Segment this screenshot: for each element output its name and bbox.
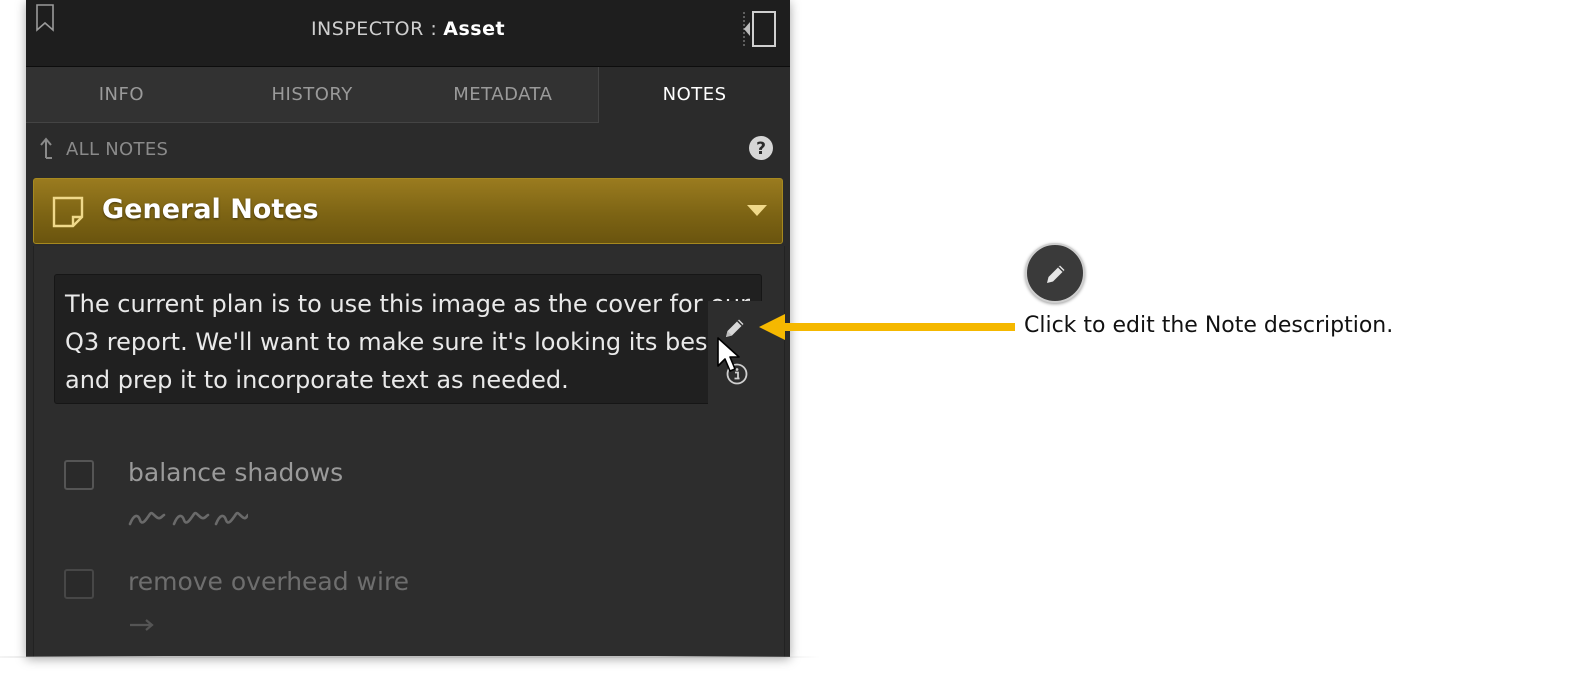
- tab-info[interactable]: INFO: [26, 67, 217, 123]
- task-label: balance shadows: [128, 458, 344, 487]
- all-notes-link[interactable]: ALL NOTES: [66, 139, 168, 160]
- inspector-title-value: Asset: [443, 18, 506, 40]
- callout-pencil-badge: [1025, 243, 1085, 303]
- inspector-header: INSPECTOR : Asset: [26, 0, 790, 67]
- task-item: balance shadows: [64, 458, 754, 558]
- tab-metadata[interactable]: METADATA: [407, 67, 599, 123]
- note-group-header[interactable]: General Notes: [33, 178, 783, 244]
- callout-arrow: [759, 314, 1015, 340]
- note-description-text: The current plan is to use this image as…: [65, 290, 750, 394]
- breadcrumb: ALL NOTES ?: [26, 124, 790, 176]
- task-checkbox[interactable]: [64, 460, 94, 490]
- collapse-panel-icon[interactable]: [738, 10, 778, 48]
- note-group-body: The current plan is to use this image as…: [33, 246, 785, 657]
- arrow-right-icon: [130, 619, 154, 631]
- callout-text: Click to edit the Note description.: [1024, 313, 1394, 338]
- pencil-icon: [1047, 265, 1065, 283]
- note-description[interactable]: The current plan is to use this image as…: [54, 274, 762, 404]
- scribble-icon: [128, 511, 248, 526]
- task-item: remove overhead wire: [64, 567, 754, 657]
- svg-text:?: ?: [756, 139, 766, 159]
- tab-history[interactable]: HISTORY: [216, 67, 408, 123]
- note-group-title: General Notes: [102, 194, 319, 225]
- task-label: remove overhead wire: [128, 567, 410, 596]
- tab-notes[interactable]: NOTES: [598, 67, 790, 123]
- panel-bottom-edge: [0, 656, 820, 658]
- up-arrow-icon[interactable]: [38, 136, 54, 160]
- mouse-cursor-icon: [717, 337, 740, 372]
- help-icon[interactable]: ?: [748, 135, 774, 161]
- inspector-title: INSPECTOR : Asset: [26, 18, 790, 40]
- inspector-panel: INSPECTOR : Asset INFO HISTORY METADATA N…: [26, 0, 790, 657]
- sticky-note-icon: [52, 196, 84, 228]
- inspector-tabs: INFO HISTORY METADATA NOTES: [26, 67, 790, 123]
- task-checkbox[interactable]: [64, 569, 94, 599]
- chevron-down-icon[interactable]: [746, 203, 768, 217]
- inspector-title-label: INSPECTOR :: [310, 18, 438, 40]
